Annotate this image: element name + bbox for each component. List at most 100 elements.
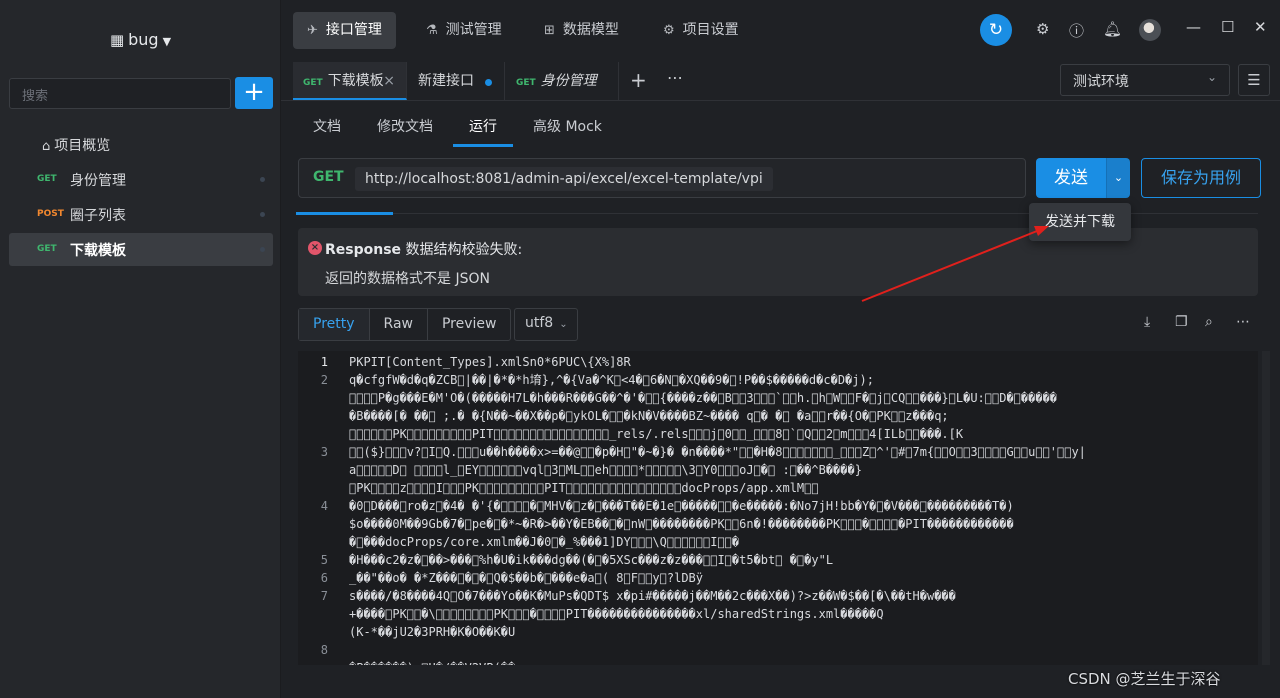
- line-text:  PK    z    I   PK         PIT          …: [349, 479, 819, 497]
- line-text:       PK         PIT                _rel…: [349, 425, 963, 443]
- add-tab-icon[interactable]: +: [630, 68, 647, 92]
- sync-button[interactable]: ↻: [980, 14, 1012, 46]
- project-switcher[interactable]: ▦ bug ▼: [0, 30, 281, 49]
- maximize-icon[interactable]: ☐: [1221, 18, 1234, 36]
- help-icon[interactable]: ⓘ: [1069, 20, 1084, 41]
- line-number: 8: [298, 641, 328, 659]
- minimize-icon[interactable]: —: [1186, 18, 1201, 36]
- environment-select[interactable]: 测试环境 ⌄: [1060, 64, 1230, 96]
- close-icon[interactable]: ✕: [1254, 18, 1267, 36]
- sidebar-item-circle-list[interactable]: POST 圈子列表: [9, 198, 273, 231]
- refresh-icon: ↻: [989, 20, 1003, 40]
- line-text: a     D      l_ EY      vql 3 ML  eh    …: [349, 461, 862, 479]
- code-line: 5 �H���c2�z� ��>��� %h�U�ik���dg��(� �5XS…: [298, 551, 1258, 569]
- code-line: 6 _��"��o� �*Z��� � � Q�$��b� ���e�a ( 8 …: [298, 569, 1258, 587]
- line-number: 1: [298, 353, 328, 371]
- tab-test-management[interactable]: ⚗ 测试管理: [412, 12, 516, 49]
- tab-data-model[interactable]: ⊞ 数据模型: [530, 12, 633, 49]
- save-as-case-button[interactable]: 保存为用例: [1141, 158, 1261, 198]
- line-number: 6: [298, 569, 328, 587]
- send-and-download-menu-item[interactable]: 发送并下载: [1029, 203, 1131, 241]
- method-badge: POST: [37, 209, 64, 219]
- add-button[interactable]: +: [235, 77, 273, 109]
- code-line: 4 �0 D��� ro�z �4� �'{�    � MHV� z� ���T…: [298, 497, 1258, 515]
- tab-doc[interactable]: 文档: [313, 116, 341, 136]
- request-tab-new-api[interactable]: 新建接口: [408, 62, 505, 100]
- gear-icon: ⚙: [663, 23, 675, 38]
- more-icon[interactable]: ⋯: [1236, 314, 1250, 330]
- code-line: a     D      l_ EY      vql 3 ML  eh    …: [298, 461, 1258, 479]
- caret-down-icon: ▼: [163, 35, 171, 48]
- sidebar-item-label: 身份管理: [70, 170, 126, 190]
- tab-api-management[interactable]: ✈ 接口管理: [293, 12, 396, 49]
- sub-tabs: 文档 修改文档 运行 高级 Mock: [281, 103, 1280, 147]
- code-line: 8: [298, 641, 1258, 659]
- line-number: 7: [298, 587, 328, 605]
- line-text: $o����0M��9Gb�7� pe� �*~�R�>��Y�EB�� � n…: [349, 515, 1014, 533]
- top-bar: ✈ 接口管理 ⚗ 测试管理 ⊞ 数据模型 ⚙ 项目设置 ↻ ⚙ ⓘ 🔔︎ — ☐ ✕: [281, 0, 1280, 60]
- line-number: 5: [298, 551, 328, 569]
- url-input[interactable]: http://localhost:8081/admin-api/excel/ex…: [355, 167, 773, 191]
- main-panel: ✈ 接口管理 ⚗ 测试管理 ⊞ 数据模型 ⚙ 项目设置 ↻ ⚙ ⓘ 🔔︎ — ☐ ✕ G…: [281, 0, 1280, 698]
- sidebar-item-label: 下载模板: [70, 240, 126, 260]
- error-title: Response 数据结构校验失败:: [325, 239, 522, 259]
- tab-project-settings[interactable]: ⚙ 项目设置: [649, 12, 753, 49]
- line-number: 4: [298, 497, 328, 515]
- grid-icon: ▦: [110, 31, 124, 49]
- code-line: $o����0M��9Gb�7� pe� �*~�R�>��Y�EB�� � n…: [298, 515, 1258, 533]
- tab-raw[interactable]: Raw: [370, 309, 428, 340]
- progress-bar: [296, 212, 393, 215]
- sidebar-item-label: 圈子列表: [70, 205, 126, 225]
- sidebar-item-download-template[interactable]: GET 下载模板: [9, 233, 273, 266]
- status-dot: [260, 247, 265, 252]
- tab-edit-doc[interactable]: 修改文档: [377, 116, 433, 136]
- chevron-down-icon: ⌄: [1114, 171, 1123, 184]
- method-select[interactable]: GET: [313, 169, 344, 185]
- line-text: �B����[� ��  ;.� �{N��~��X��p� ykOL�  �k…: [349, 407, 949, 425]
- line-text: s����/�8����4Q O�7���Yo��K�MuPs�QDT$ x�p…: [349, 587, 956, 605]
- send-button[interactable]: 发送: [1036, 158, 1106, 198]
- project-overview[interactable]: ⌂ 项目概览: [42, 135, 110, 155]
- code-line:     P�g���E�M'O�(�����H7L�h���R���G��^�'…: [298, 389, 1258, 407]
- sidebar-item-identity[interactable]: GET 身份管理: [9, 163, 273, 196]
- search-icon[interactable]: ⌕: [1205, 314, 1213, 330]
- code-line: (K-*��jU2�3PRH�K�O��K�U: [298, 623, 1258, 641]
- request-tab-download-template[interactable]: GET 下载模板 ×: [293, 62, 407, 100]
- error-message: 返回的数据格式不是 JSON: [325, 268, 490, 288]
- encoding-select[interactable]: utf8 ⌄: [514, 308, 578, 341]
- list-menu-button[interactable]: ☰: [1238, 64, 1270, 96]
- response-body[interactable]: 1 PK  PIT                [Content_T…: [298, 351, 1258, 665]
- tab-preview[interactable]: Preview: [428, 309, 511, 340]
- line-text:   ($}   v? I Q.   u��h����x>=��@  �p�H "…: [349, 443, 1086, 461]
- code-line:       PK         PIT                _rel…: [298, 425, 1258, 443]
- vertical-scrollbar[interactable]: [1262, 351, 1270, 665]
- close-icon[interactable]: ×: [383, 62, 395, 100]
- tab-pretty[interactable]: Pretty: [299, 309, 370, 340]
- chevron-down-icon: ⌄: [1207, 70, 1217, 84]
- line-text: q�cfgfW�d�q�ZCB |��|�*�*h堉},^�{Va�^K <4�…: [349, 371, 874, 389]
- code-line: 1 PK  PIT                [Content_T…: [298, 353, 1258, 371]
- avatar[interactable]: [1139, 19, 1161, 41]
- bell-icon[interactable]: 🔔︎: [1103, 20, 1122, 38]
- rocket-icon: ✈: [307, 23, 318, 38]
- tab-run[interactable]: 运行: [469, 116, 497, 136]
- request-tab-identity[interactable]: GET 身份管理: [506, 62, 619, 100]
- code-line: 2 q�cfgfW�d�q�ZCB |��|�*�*h堉},^�{Va�^K <4…: [298, 371, 1258, 389]
- line-text: � ���docProps/core.xmlm��J�0 �_%���1]DY …: [349, 533, 739, 551]
- code-line: �B����[� ��  ;.� �{N��~��X��p� ykOL�  �k…: [298, 407, 1258, 425]
- line-text: +���� PK  �\        PK   �    PIT�������…: [349, 605, 884, 623]
- watermark: CSDN @芝兰生于深谷: [1068, 668, 1221, 689]
- settings-icon[interactable]: ⚙: [1036, 20, 1049, 38]
- error-icon: ×: [308, 241, 322, 255]
- more-icon[interactable]: ⋯: [667, 68, 683, 87]
- tab-advanced-mock[interactable]: 高级 Mock: [533, 116, 602, 136]
- code-line: � ���docProps/core.xmlm��J�0 �_%���1]DY …: [298, 533, 1258, 551]
- line-text: �0 D��� ro�z �4� �'{�    � MHV� z� ���T�…: [349, 497, 1014, 515]
- send-options-button[interactable]: ⌄: [1106, 158, 1130, 198]
- status-dot: [260, 212, 265, 217]
- download-icon[interactable]: ⤓: [1144, 314, 1150, 330]
- search-input[interactable]: 搜索: [9, 78, 231, 109]
- copy-icon[interactable]: ❐: [1175, 314, 1188, 330]
- line-text:     P�g���E�M'O�(�����H7L�h���R���G��^�'…: [349, 389, 1057, 407]
- code-line: +���� PK  �\        PK   �    PIT�������…: [298, 605, 1258, 623]
